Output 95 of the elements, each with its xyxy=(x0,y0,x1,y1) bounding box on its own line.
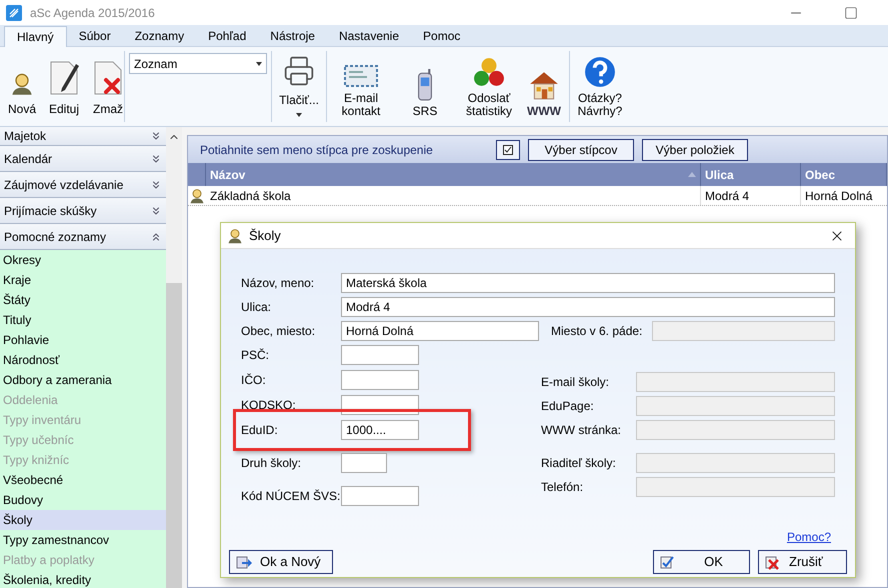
dialog-button[interactable]: Ok a Nový xyxy=(229,550,333,574)
expand-icon xyxy=(150,152,162,164)
dialog-button[interactable]: Zrušiť xyxy=(758,550,847,574)
sidebar-item[interactable]: Okresy xyxy=(0,250,166,270)
check-pen-icon xyxy=(660,554,676,570)
collapse-icon xyxy=(150,230,162,242)
ribbon-tab[interactable]: Pomoc xyxy=(411,25,472,46)
ribbon-tab[interactable]: Pohľad xyxy=(196,25,258,46)
envelope-icon xyxy=(343,64,379,88)
sort-ascending-icon xyxy=(688,172,696,177)
field-label: Kód NÚCEM ŠVS: xyxy=(241,488,341,505)
arrow-icon xyxy=(236,554,252,570)
expand-icon xyxy=(150,130,162,142)
help-link[interactable]: Pomoc? xyxy=(786,528,831,546)
app-logo-icon xyxy=(6,4,22,20)
colored-balls-icon xyxy=(473,56,505,88)
input-field[interactable]: Horná Dolná xyxy=(341,321,539,341)
input-field[interactable] xyxy=(341,453,387,473)
scrollbar[interactable] xyxy=(166,127,182,588)
field-label: E-mail školy: xyxy=(541,374,610,391)
ribbon-button[interactable]: E-mail kontakt xyxy=(331,54,391,118)
table-cell-text: Horná Dolná xyxy=(804,188,874,204)
field-label: IČO: xyxy=(241,372,267,389)
checkbox-button[interactable] xyxy=(496,140,520,160)
sidebar-item[interactable]: Všeobecné xyxy=(0,470,166,490)
sidebar-item[interactable]: Kraje xyxy=(0,270,166,290)
sidebar-item[interactable]: Typy zamestnancov xyxy=(0,530,166,550)
ribbon-tab[interactable]: Zoznamy xyxy=(122,25,196,46)
person-icon xyxy=(189,188,205,204)
field-label: Druh školy: xyxy=(241,455,302,472)
field-label: Názov, meno: xyxy=(241,275,316,292)
sidebar-item[interactable]: Národnosť xyxy=(0,350,166,370)
help-button[interactable]: Otázky? Návrhy? xyxy=(570,47,630,126)
window-title: aSc Agenda 2015/2016 xyxy=(30,4,155,22)
group-by-hint: Potiahnite sem meno stípca pre zoskupenie xyxy=(200,142,434,158)
sidebar-section-header[interactable]: Kalendár xyxy=(0,146,166,172)
sidebar-section-header[interactable]: Pomocné zoznamy xyxy=(0,224,166,250)
person-icon xyxy=(10,72,34,96)
input-field[interactable] xyxy=(341,345,419,365)
view-dropdown[interactable]: Zoznam xyxy=(129,53,267,74)
field-label: Riaditeľ školy: xyxy=(541,455,617,472)
ribbon-tab[interactable]: Súbor xyxy=(66,25,123,46)
column-chooser-button[interactable]: Výber položiek xyxy=(642,138,748,160)
sidebar-item[interactable]: Pohlavie xyxy=(0,330,166,350)
dialog-title: Školy xyxy=(249,226,281,245)
help-icon xyxy=(584,56,616,88)
ribbon-button[interactable]: Nová xyxy=(4,54,40,118)
input-field[interactable]: Materská škola xyxy=(341,273,835,293)
field-label: Obec, miesto: xyxy=(241,323,316,340)
mobile-phone-icon xyxy=(417,69,433,101)
person-icon xyxy=(227,228,243,244)
sidebar-item[interactable]: Štáty xyxy=(0,290,166,310)
printer-icon xyxy=(283,55,315,87)
field-label: EduID: xyxy=(241,422,279,439)
ribbon-button[interactable]: SRS xyxy=(395,54,455,118)
dropdown-caret-icon xyxy=(296,113,302,117)
dropdown-caret-icon xyxy=(256,62,262,66)
column-chooser-button[interactable]: Výber stípcov xyxy=(528,138,634,160)
sidebar-item[interactable]: Školy xyxy=(0,510,166,530)
dialog-button[interactable]: OK xyxy=(653,550,750,574)
input-field[interactable] xyxy=(341,370,419,390)
document-delete-icon xyxy=(92,60,124,96)
field-label: EduPage: xyxy=(541,398,595,415)
field-label: Ulica: xyxy=(241,299,272,316)
sidebar-section-header[interactable]: Záujmové vzdelávanie xyxy=(0,172,166,198)
sidebar-item[interactable]: Odbory a zamerania xyxy=(0,370,166,390)
maximize-icon[interactable] xyxy=(844,6,858,20)
print-button[interactable]: Tlačiť... xyxy=(272,47,326,126)
field-label: WWW stránka: xyxy=(541,422,622,439)
input-field[interactable]: 1000.... xyxy=(341,420,419,440)
expand-icon xyxy=(150,204,162,216)
ribbon-tab[interactable]: Nástroje xyxy=(258,25,327,46)
field-label: PSČ: xyxy=(241,347,270,364)
ribbon-button[interactable]: WWW xyxy=(523,54,565,118)
field-label: Miesto v 6. páde: xyxy=(551,323,644,340)
sidebar-section-header[interactable]: Prijímacie skúšky xyxy=(0,198,166,224)
document-pen-icon xyxy=(48,60,80,96)
checkbox-icon xyxy=(503,144,513,154)
ribbon-tab[interactable]: Hlavný xyxy=(4,26,67,47)
sidebar-section-header[interactable]: Majetok xyxy=(0,127,166,146)
ribbon-button[interactable]: Odoslať štatistiky xyxy=(459,54,519,118)
field-label: KODSKO: xyxy=(241,397,297,414)
sidebar-item[interactable]: Budovy xyxy=(0,490,166,510)
table-cell: Modrá 4 xyxy=(701,186,801,205)
ribbon-button[interactable]: Zmaž xyxy=(88,54,128,118)
input-field[interactable]: Modrá 4 xyxy=(341,297,835,317)
table-cell: Základná škola xyxy=(206,186,701,205)
expand-icon xyxy=(150,178,162,190)
cancel-icon xyxy=(765,554,781,570)
ribbon-tab[interactable]: Nastavenie xyxy=(326,25,412,46)
sidebar-item[interactable]: Tituly xyxy=(0,310,166,330)
input-field[interactable] xyxy=(341,486,419,506)
ribbon-button[interactable]: Edituj xyxy=(44,54,84,118)
sidebar-item[interactable]: Školenia, kredity xyxy=(0,570,166,588)
field-label: Telefón: xyxy=(541,479,584,496)
